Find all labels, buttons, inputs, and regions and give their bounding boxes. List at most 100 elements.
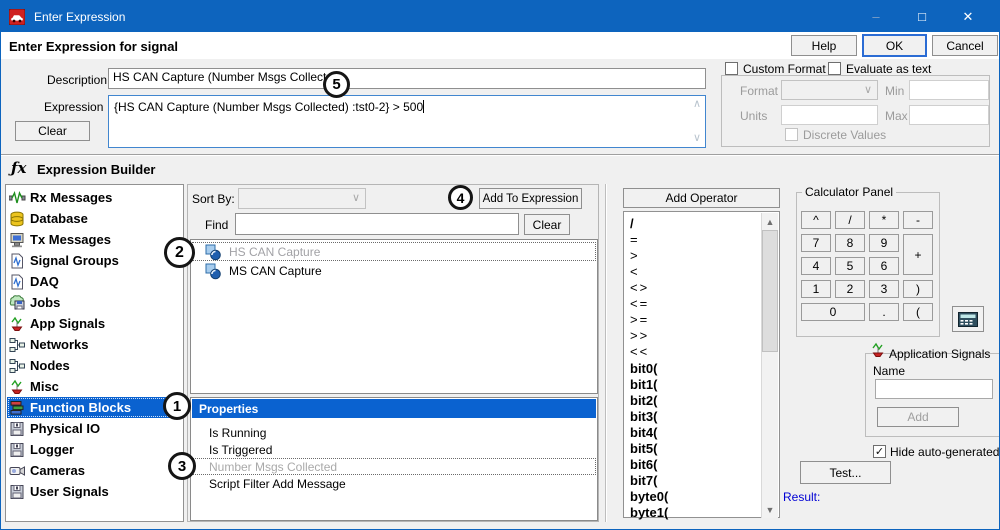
operator-item[interactable]: bit0( (630, 360, 657, 376)
sidebar-item-function-blocks[interactable]: Function Blocks (7, 397, 183, 418)
sidebar-item-physical-io[interactable]: Physical IO (7, 418, 183, 439)
function-block-item-icon (205, 244, 222, 260)
ok-button[interactable]: OK (862, 34, 927, 57)
calc-key-power[interactable]: ^ (801, 211, 831, 229)
expression-field[interactable]: {HS CAN Capture (Number Msgs Collected) … (108, 95, 706, 148)
property-row-is-triggered[interactable]: Is Triggered (192, 441, 596, 458)
operator-item[interactable]: <= (630, 295, 649, 311)
calc-key-2[interactable]: 2 (835, 280, 865, 298)
operator-item[interactable]: bit4( (630, 424, 657, 440)
sidebar-item-tx-messages[interactable]: Tx Messages (7, 229, 183, 250)
item-picker-panel: Sort By: ∨ Add To Expression Find Clear … (187, 184, 599, 522)
operator-item[interactable]: <> (630, 279, 649, 295)
scroll-up-icon[interactable]: ▲ (762, 213, 778, 230)
maximize-button[interactable]: □ (899, 1, 945, 32)
calc-key-plus[interactable]: + (903, 234, 933, 275)
operator-scrollbar[interactable]: ▲ ▼ (761, 213, 778, 518)
property-row-number-msgs-collected[interactable]: Number Msgs Collected (192, 458, 596, 475)
property-row-is-running[interactable]: Is Running (192, 424, 596, 441)
calculator-launch-button[interactable] (952, 306, 984, 332)
calc-key-decimal[interactable]: . (869, 303, 899, 321)
operator-item[interactable]: bit3( (630, 408, 657, 424)
operator-item[interactable]: byte1( (630, 504, 668, 520)
find-clear-button[interactable]: Clear (524, 214, 570, 235)
sidebar-item-nodes[interactable]: Nodes (7, 355, 183, 376)
operator-item[interactable]: / (630, 215, 634, 231)
operator-item[interactable]: >= (630, 311, 649, 327)
sidebar-item-database[interactable]: Database (7, 208, 183, 229)
scroll-down-icon: ∨ (693, 133, 701, 144)
operator-item[interactable]: > (630, 247, 638, 263)
max-field[interactable] (909, 105, 989, 125)
calc-key-minus[interactable]: - (903, 211, 933, 229)
calc-key-multiply[interactable]: * (869, 211, 899, 229)
function-block-item-icon (205, 263, 222, 279)
hide-auto-generated-checkbox[interactable] (873, 445, 886, 458)
calc-key-7[interactable]: 7 (801, 234, 831, 252)
operator-item[interactable]: << (630, 343, 649, 359)
operator-item[interactable]: bit7( (630, 472, 657, 488)
app-signals-icon (9, 316, 27, 332)
operator-item[interactable]: = (630, 231, 638, 247)
scrollbar-thumb[interactable] (762, 230, 778, 352)
test-button[interactable]: Test... (800, 461, 891, 484)
property-row-script-filter-add-message[interactable]: Script Filter Add Message (192, 475, 596, 492)
sidebar-item-rx-messages[interactable]: Rx Messages (7, 187, 183, 208)
min-label: Min (885, 84, 904, 98)
sidebar-item-daq[interactable]: DAQ (7, 271, 183, 292)
operator-item[interactable]: bit1( (630, 376, 657, 392)
operator-item[interactable]: < (630, 263, 638, 279)
operator-item[interactable]: bit6( (630, 456, 657, 472)
sidebar-item-cameras[interactable]: Cameras (7, 460, 183, 481)
operator-listbox: / = > < <> <= >= >> << bit0( bit1( bit2(… (623, 211, 780, 518)
find-input[interactable] (235, 213, 519, 235)
calc-key-open-paren[interactable]: ( (903, 303, 933, 321)
calc-key-8[interactable]: 8 (835, 234, 865, 252)
calc-key-0[interactable]: 0 (801, 303, 865, 321)
description-label: Description (47, 73, 107, 87)
calc-key-1[interactable]: 1 (801, 280, 831, 298)
jobs-icon (9, 295, 27, 311)
clear-expression-button[interactable]: Clear (15, 121, 90, 141)
application-signals-title: Application Signals (889, 347, 990, 361)
min-field[interactable] (909, 80, 989, 100)
calc-key-9[interactable]: 9 (869, 234, 899, 252)
scroll-down-icon[interactable]: ▼ (762, 501, 778, 518)
sidebar-item-logger[interactable]: Logger (7, 439, 183, 460)
description-field[interactable]: HS CAN Capture (Number Msgs Collected) (108, 68, 706, 89)
operator-item[interactable]: bit5( (630, 440, 657, 456)
cancel-button[interactable]: Cancel (932, 35, 998, 56)
operator-item[interactable]: bit2( (630, 392, 657, 408)
sidebar-item-jobs[interactable]: Jobs (7, 292, 183, 313)
list-item-ms-can-capture[interactable]: MS CAN Capture (192, 261, 596, 280)
custom-format-checkbox[interactable] (725, 62, 738, 75)
operator-item[interactable]: >> (630, 327, 649, 343)
add-signal-button: Add (877, 407, 959, 427)
add-to-expression-button[interactable]: Add To Expression (479, 188, 582, 209)
sidebar-item-networks[interactable]: Networks (7, 334, 183, 355)
rx-messages-icon (9, 190, 27, 206)
calc-key-5[interactable]: 5 (835, 257, 865, 275)
calc-key-4[interactable]: 4 (801, 257, 831, 275)
calc-key-3[interactable]: 3 (869, 280, 899, 298)
calc-key-6[interactable]: 6 (869, 257, 899, 275)
expression-text: {HS CAN Capture (Number Msgs Collected) … (114, 100, 423, 114)
name-input[interactable] (875, 379, 993, 399)
sidebar-item-user-signals[interactable]: User Signals (7, 481, 183, 502)
list-item-hs-can-capture[interactable]: HS CAN Capture (192, 242, 596, 261)
operator-item[interactable]: byte0( (630, 488, 668, 504)
separator (1, 154, 1000, 156)
calc-key-close-paren[interactable]: ) (903, 280, 933, 298)
close-button[interactable]: ✕ (945, 1, 991, 32)
properties-header: Properties (192, 399, 596, 418)
sidebar-item-app-signals[interactable]: App Signals (7, 313, 183, 334)
signals-listbox: HS CAN Capture MS CAN Capture (190, 239, 598, 394)
help-button[interactable]: Help (791, 35, 857, 56)
titlebar: Enter Expression (1, 1, 999, 32)
sidebar-item-misc[interactable]: Misc (7, 376, 183, 397)
units-field[interactable] (781, 105, 878, 125)
evaluate-as-text-checkbox[interactable] (828, 62, 841, 75)
add-operator-button[interactable]: Add Operator (623, 188, 780, 208)
calc-key-divide[interactable]: / (835, 211, 865, 229)
sidebar-item-signal-groups[interactable]: Signal Groups (7, 250, 183, 271)
